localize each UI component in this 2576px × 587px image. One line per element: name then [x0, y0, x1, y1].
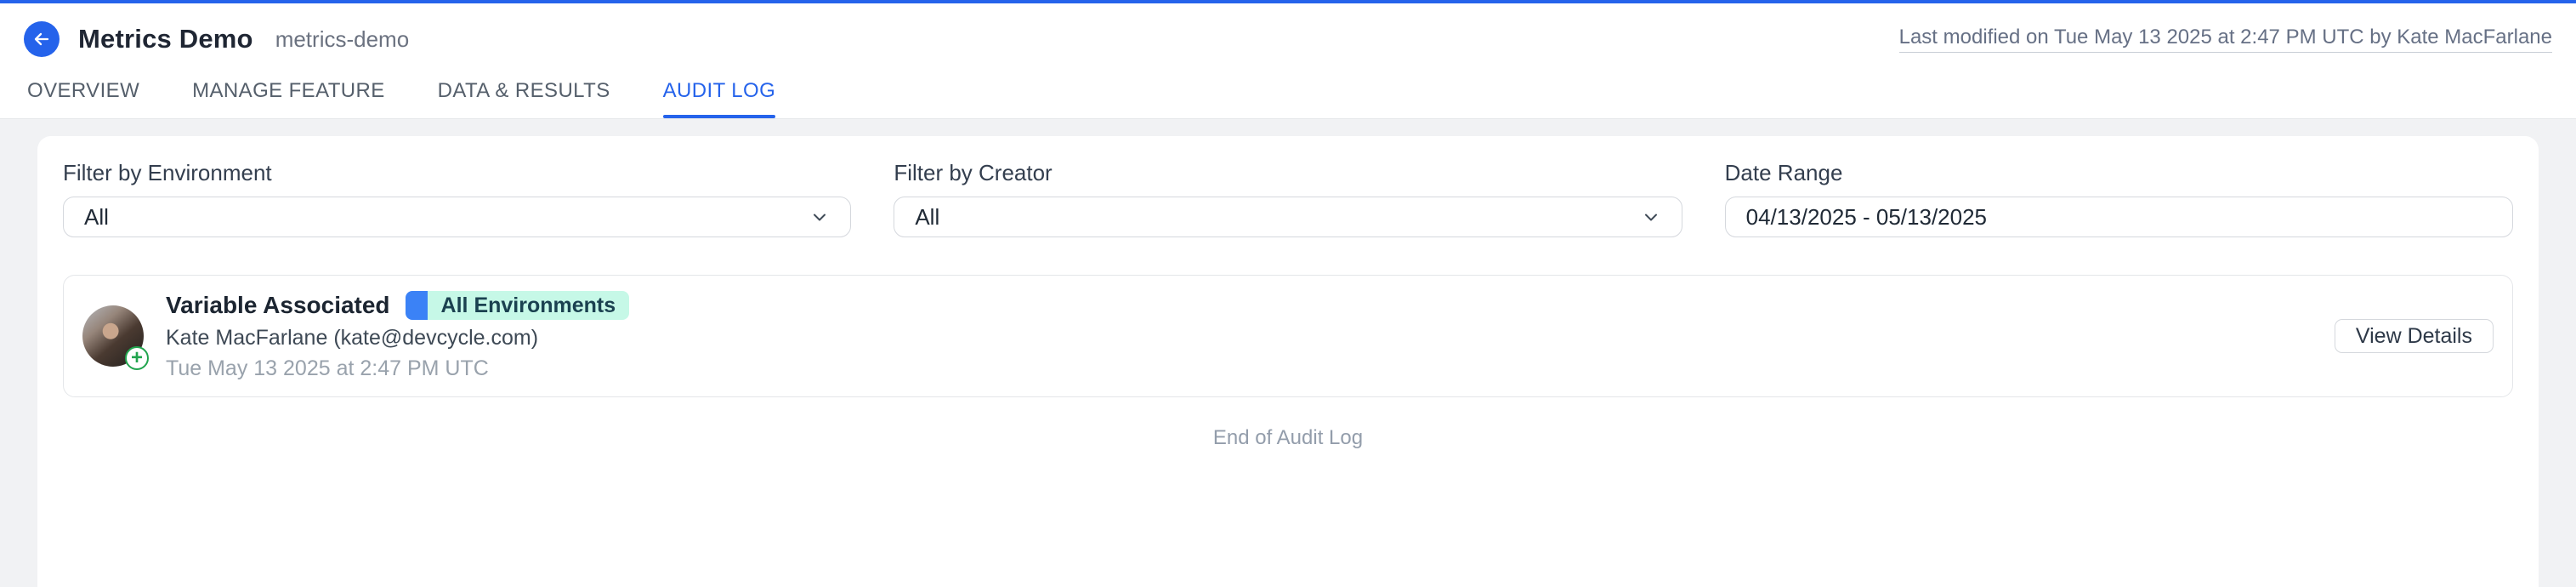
- entry-timestamp: Tue May 13 2025 at 2:47 PM UTC: [166, 356, 629, 381]
- entry-title-row: Variable Associated All Environments: [166, 291, 629, 320]
- date-range-input[interactable]: [1725, 197, 2513, 237]
- chevron-down-icon: [809, 207, 830, 227]
- filter-creator-select[interactable]: All: [894, 197, 1682, 237]
- audit-log-entry: + Variable Associated All Environments K…: [63, 275, 2513, 397]
- tab-bar: OVERVIEW MANAGE FEATURE DATA & RESULTS A…: [24, 79, 2552, 118]
- filter-creator-label: Filter by Creator: [894, 160, 1682, 186]
- environment-badge: All Environments: [406, 291, 630, 320]
- arrow-left-icon: [31, 29, 52, 49]
- page-slug: metrics-demo: [275, 26, 409, 53]
- filter-creator: Filter by Creator All: [894, 160, 1682, 237]
- view-details-button[interactable]: View Details: [2335, 319, 2494, 353]
- filter-environment-select[interactable]: All: [63, 197, 851, 237]
- page-content: Filter by Environment All Filter by Crea…: [0, 119, 2576, 587]
- filter-date-range: Date Range: [1725, 160, 2513, 237]
- date-range-label: Date Range: [1725, 160, 2513, 186]
- tab-audit-log[interactable]: AUDIT LOG: [663, 79, 776, 118]
- entry-user: Kate MacFarlane (kate@devcycle.com): [166, 326, 629, 350]
- avatar: +: [82, 305, 144, 367]
- filters-row: Filter by Environment All Filter by Crea…: [63, 160, 2513, 237]
- end-of-audit-log-text: End of Audit Log: [63, 426, 2513, 450]
- filter-environment-value: All: [84, 204, 109, 231]
- page-title: Metrics Demo: [78, 24, 253, 54]
- filter-environment-label: Filter by Environment: [63, 160, 851, 186]
- filter-environment: Filter by Environment All: [63, 160, 851, 237]
- page-header: Metrics Demo metrics-demo Last modified …: [0, 3, 2576, 119]
- environment-badge-label: All Environments: [428, 291, 630, 320]
- chevron-down-icon: [1641, 207, 1661, 227]
- entry-details: Variable Associated All Environments Kat…: [166, 291, 629, 381]
- create-action-icon: +: [125, 346, 149, 370]
- audit-log-card: Filter by Environment All Filter by Crea…: [37, 136, 2539, 587]
- tab-manage-feature[interactable]: MANAGE FEATURE: [192, 79, 385, 118]
- last-modified-text: Last modified on Tue May 13 2025 at 2:47…: [1899, 26, 2552, 53]
- filter-creator-value: All: [915, 204, 939, 231]
- header-title-row: Metrics Demo metrics-demo Last modified …: [24, 3, 2552, 57]
- environment-color-swatch: [406, 291, 428, 320]
- tab-data-results[interactable]: DATA & RESULTS: [438, 79, 610, 118]
- tab-overview[interactable]: OVERVIEW: [27, 79, 139, 118]
- back-button[interactable]: [24, 21, 60, 57]
- entry-action: Variable Associated: [166, 292, 390, 319]
